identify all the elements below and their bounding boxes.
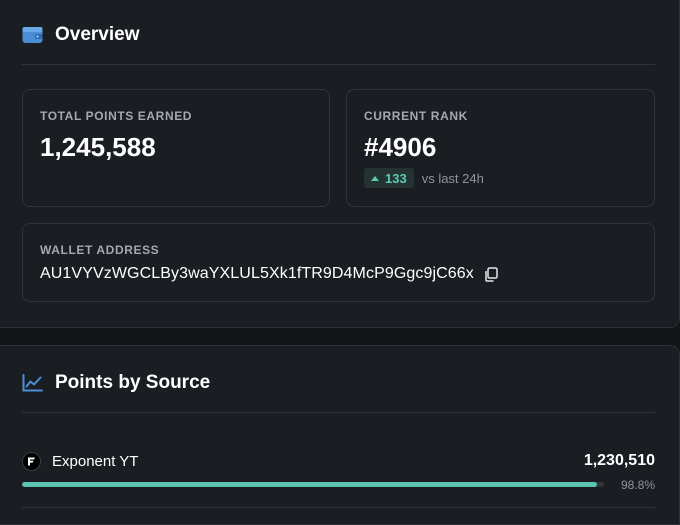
current-rank-value: #4906: [364, 132, 437, 162]
line-chart-icon: [22, 374, 43, 392]
rank-change-badge: 133: [364, 168, 414, 188]
source-divider: [22, 507, 655, 508]
rank-change: 133 vs last 24h: [364, 168, 484, 188]
points-by-source-divider: [22, 412, 655, 413]
source-value: 1,230,510: [583, 452, 655, 469]
source-progress-fill: [22, 482, 598, 487]
exponent-logo-icon: [22, 452, 41, 471]
overview-title: Overview: [55, 24, 140, 45]
total-points-card: TOTAL POINTS EARNED 1,245,588: [22, 89, 330, 207]
rank-change-suffix: vs last 24h: [421, 170, 484, 186]
current-rank-label: CURRENT RANK: [364, 109, 468, 123]
copy-icon[interactable]: [484, 266, 498, 282]
overview-header: Overview: [22, 20, 140, 50]
wallet-address-value: AU1VYVzWGCLBy3waYXLUL5Xk1fTR9D4McP9Ggc9j…: [40, 265, 474, 282]
wallet-address-card: WALLET ADDRESS AU1VYVzWGCLBy3waYXLUL5Xk1…: [22, 223, 655, 302]
points-by-source-title: Points by Source: [55, 372, 211, 393]
source-progress-track: [22, 482, 604, 487]
wallet-address-label: WALLET ADDRESS: [40, 243, 160, 257]
wallet-icon: [22, 26, 43, 44]
source-row-exponent-yt: Exponent YT 1,230,510: [22, 452, 655, 474]
overview-divider: [22, 64, 655, 65]
total-points-label: TOTAL POINTS EARNED: [40, 109, 193, 123]
wallet-address-row: AU1VYVzWGCLBy3waYXLUL5Xk1fTR9D4McP9Ggc9j…: [40, 265, 498, 283]
source-name: Exponent YT: [52, 453, 139, 470]
source-percent: 98.8%: [620, 478, 655, 492]
arrow-up-icon: [371, 175, 379, 181]
total-points-value: 1,245,588: [40, 132, 156, 162]
current-rank-card: CURRENT RANK #4906 133 vs last 24h: [346, 89, 655, 207]
points-by-source-header: Points by Source: [22, 368, 210, 398]
rank-change-value: 133: [385, 170, 407, 186]
